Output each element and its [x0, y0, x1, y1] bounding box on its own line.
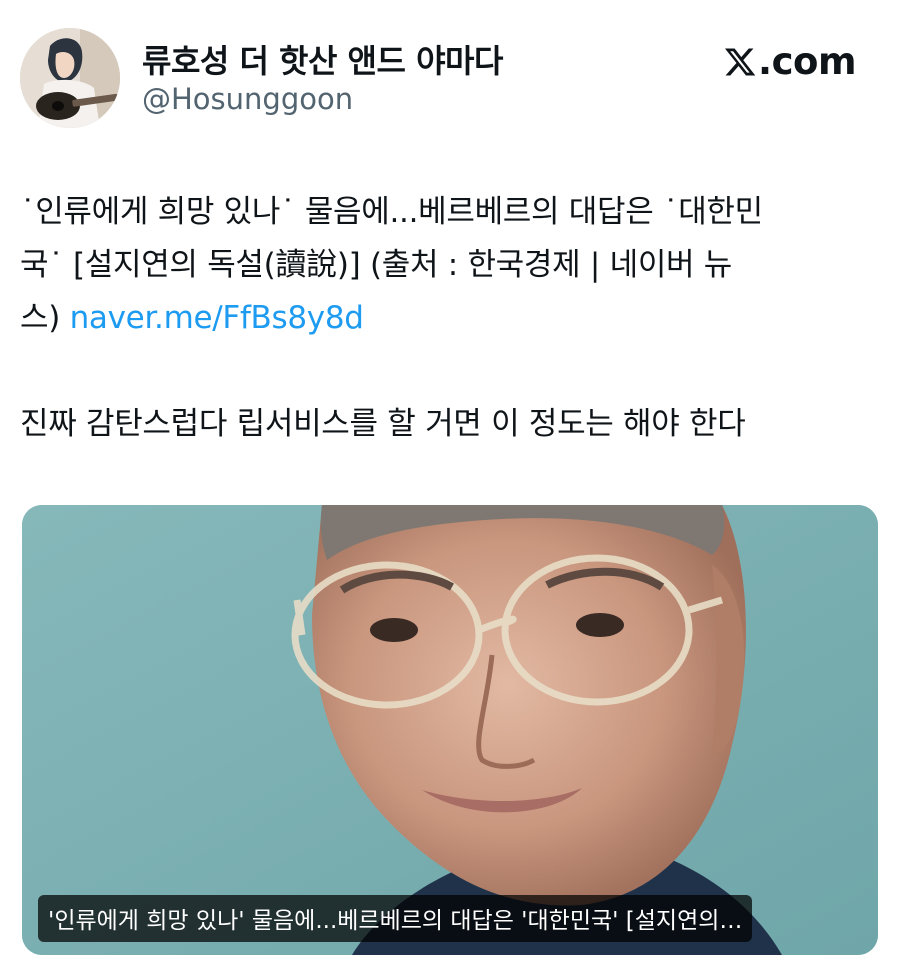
tweet-text-line: 스) naver.me/FfBs8y8d: [20, 292, 880, 345]
news-link[interactable]: naver.me/FfBs8y8d: [70, 300, 364, 336]
tweet-text-fragment: 스): [20, 300, 70, 336]
brand-domain: .com: [758, 40, 856, 83]
x-logo-icon: [725, 48, 756, 75]
tweet-text-line: 국˙ [설지연의 독설(讀說)] (출처 : 한국경제 | 네이버 뉴: [20, 247, 733, 283]
avatar[interactable]: [20, 28, 120, 128]
link-preview-card[interactable]: '인류에게 희망 있나' 물음에...베르베르의 대답은 '대한민국' [설지연…: [22, 505, 878, 955]
tweet-text-line: ˙인류에게 희망 있나˙ 물음에...베르베르의 대답은 ˙대한민: [20, 194, 763, 230]
tweet-text: ˙인류에게 희망 있나˙ 물음에...베르베르의 대답은 ˙대한민 국˙ [설지…: [20, 186, 880, 451]
tweet-header: 류호성 더 핫산 앤드 야마다 @Hosunggoon .com: [20, 26, 880, 136]
brand-logo: .com: [723, 40, 856, 83]
display-name[interactable]: 류호성 더 핫산 앤드 야마다: [142, 36, 503, 82]
article-photo: [22, 505, 878, 955]
tweet-comment: 진짜 감탄스럽다 립서비스를 할 거면 이 정도는 해야 한다: [20, 406, 746, 442]
card-caption: '인류에게 희망 있나' 물음에...베르베르의 대답은 '대한민국' [설지연…: [38, 895, 753, 942]
user-handle[interactable]: @Hosunggoon: [142, 82, 353, 116]
avatar-image: [20, 28, 120, 128]
